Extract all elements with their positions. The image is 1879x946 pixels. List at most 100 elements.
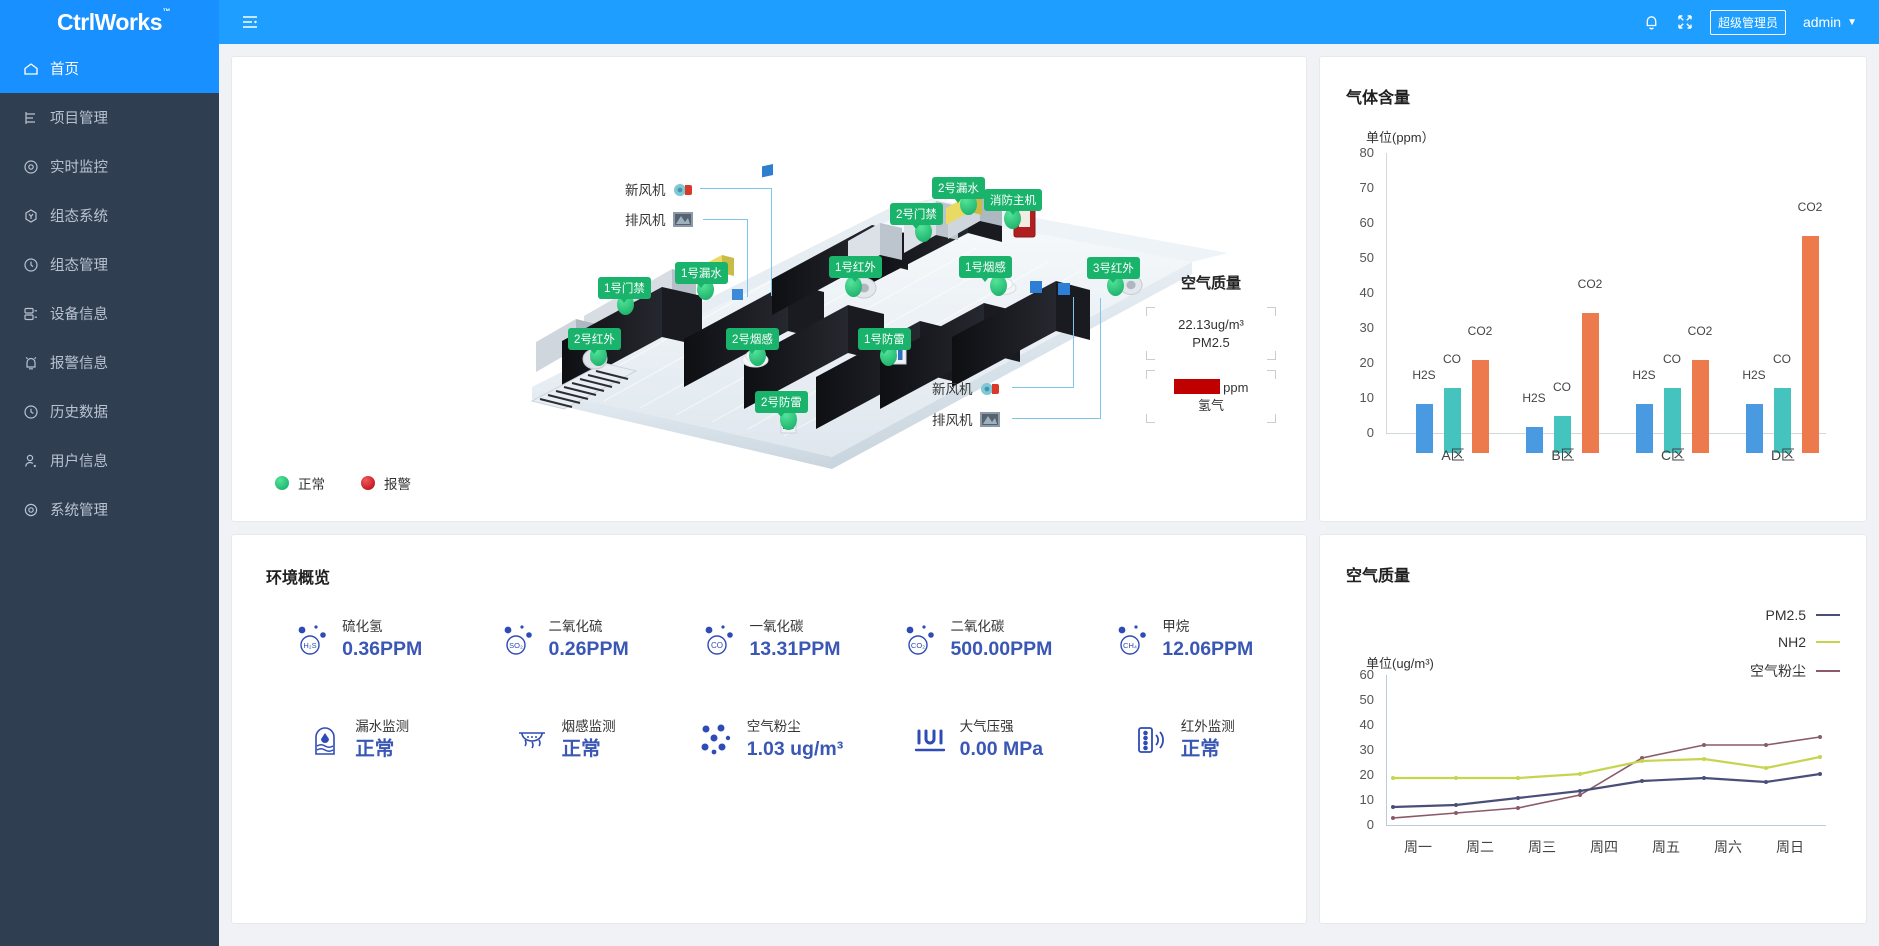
- x-tick: 周五: [1652, 839, 1680, 855]
- logo-text: CtrlWorks ™: [57, 7, 170, 36]
- sensor-ch4[interactable]: CH₄ 甲烷 12.06PPM: [1080, 617, 1286, 661]
- topo-tag[interactable]: 消防主机: [984, 189, 1042, 215]
- topo-tag[interactable]: 1号红外: [829, 256, 882, 282]
- air-chart-title: 空气质量: [1346, 568, 1411, 585]
- user-menu[interactable]: admin ▼: [1803, 14, 1857, 30]
- x-tick: 周一: [1404, 839, 1432, 855]
- topo-tag[interactable]: 1号防雷: [858, 328, 911, 354]
- role-badge[interactable]: 超级管理员: [1709, 9, 1786, 35]
- sensor-co2[interactable]: CO₂ 二氧化碳 500.00PPM: [873, 617, 1079, 661]
- list-icon: [22, 109, 39, 126]
- sensor-dust[interactable]: 空气粉尘 1.03 ug/m³: [667, 717, 873, 761]
- topo-tag[interactable]: 1号门禁: [598, 277, 651, 303]
- sidebar-item-project-management[interactable]: 项目管理: [0, 93, 219, 142]
- y-tick: 80: [1359, 145, 1374, 160]
- svg-text:H₂S: H₂S: [303, 641, 316, 650]
- bar-co[interactable]: [1664, 388, 1681, 453]
- bell-icon[interactable]: [1643, 13, 1660, 31]
- co2-molecule-icon: CO₂: [900, 619, 940, 659]
- bar-co2[interactable]: [1472, 360, 1489, 453]
- legend-item-pm25[interactable]: PM2.5: [1750, 607, 1840, 623]
- sidebar-item-scada-management[interactable]: 组态管理: [0, 240, 219, 289]
- sensor-name: 一氧化碳: [749, 619, 804, 634]
- hydrogen-level-bar: [1173, 379, 1220, 395]
- bar-h2s[interactable]: [1416, 404, 1433, 453]
- topo-tag[interactable]: 2号漏水: [932, 177, 985, 203]
- legend-label: PM2.5: [1765, 607, 1806, 623]
- legend-line-pm25: [1816, 613, 1840, 617]
- legend-item-nh2[interactable]: NH2: [1750, 634, 1840, 650]
- sidebar-item-scada-system[interactable]: 组态系统: [0, 191, 219, 240]
- sensor-co[interactable]: CO 一氧化碳 13.31PPM: [667, 617, 873, 661]
- x-tick: 周四: [1590, 839, 1618, 855]
- sensor-infrared[interactable]: 红外监测 正常: [1080, 717, 1286, 761]
- bar-co2[interactable]: [1802, 236, 1819, 453]
- gas-chart-ylabel: 单位(ppm）: [1366, 130, 1435, 145]
- monitor-icon: [22, 158, 39, 175]
- bar-co2[interactable]: [1692, 360, 1709, 453]
- callout-fresh-air-fan[interactable]: 新风机: [625, 179, 694, 199]
- fullscreen-icon[interactable]: [1677, 14, 1693, 30]
- lead-line: [1073, 297, 1074, 388]
- sidebar-item-realtime-monitor[interactable]: 实时监控: [0, 142, 219, 191]
- bar-label: H2S: [1742, 368, 1766, 382]
- sidebar-item-history-data[interactable]: 历史数据: [0, 387, 219, 436]
- datacenter-3d-view[interactable]: 2号漏水 消防主机 2号门禁 1号红外 1号烟感 3号红外 1号漏水 1号门禁 …: [232, 57, 1306, 521]
- sensor-value: 正常: [561, 738, 601, 761]
- legend-label: NH2: [1777, 634, 1806, 650]
- topo-tag[interactable]: 2号红外: [568, 328, 621, 354]
- sensor-pressure[interactable]: 大气压强 0.00 MPa: [873, 717, 1079, 761]
- menu-icon[interactable]: [241, 14, 259, 30]
- topo-tag[interactable]: 3号红外: [1087, 257, 1140, 283]
- sensor-value: 正常: [1180, 738, 1220, 761]
- bar-h2s[interactable]: [1636, 404, 1653, 453]
- callout-exhaust-fan[interactable]: 排风机: [625, 209, 694, 229]
- bar-co2[interactable]: [1582, 313, 1599, 453]
- brand-name: CtrlWorks: [57, 8, 163, 35]
- sensor-smoke[interactable]: 烟感监测 正常: [460, 717, 666, 761]
- topo-tag[interactable]: 2号烟感: [726, 328, 779, 354]
- topo-tag[interactable]: 1号漏水: [675, 262, 728, 288]
- bar-label: CO2: [1797, 200, 1823, 214]
- sensor-water-leak[interactable]: 漏水监测 正常: [254, 717, 460, 761]
- bar-h2s[interactable]: [1746, 404, 1763, 453]
- fan-icon: [672, 181, 694, 198]
- bar-co[interactable]: [1774, 388, 1791, 453]
- trademark-symbol: ™: [162, 6, 171, 16]
- sensor-name: 空气粉尘: [746, 719, 801, 735]
- callout-fresh-air-fan-2[interactable]: 新风机: [932, 378, 1001, 398]
- bar-label: CO: [1443, 352, 1461, 366]
- home-icon: [22, 60, 39, 77]
- chevron-down-icon: ▼: [1847, 16, 1857, 28]
- topo-tag[interactable]: 2号门禁: [890, 203, 943, 229]
- app-logo[interactable]: CtrlWorks ™: [0, 0, 219, 44]
- pressure-icon: [910, 720, 950, 760]
- y-axis: [1386, 153, 1387, 433]
- air-chart-ylabel: 单位(ug/m³): [1366, 656, 1434, 671]
- callout-exhaust-fan-2[interactable]: 排风机: [932, 409, 1001, 429]
- y-tick: 40: [1359, 285, 1374, 300]
- sidebar-item-alarm-info[interactable]: 报警信息: [0, 338, 219, 387]
- topo-tag[interactable]: 2号防雷: [755, 391, 808, 417]
- sidebar-item-device-info[interactable]: 设备信息: [0, 289, 219, 338]
- legend-label: 正常: [298, 477, 325, 492]
- svg-text:CH₄: CH₄: [1123, 641, 1137, 650]
- sidebar-item-home[interactable]: 首页: [0, 44, 219, 93]
- sensor-value: 13.31PPM: [749, 638, 841, 660]
- sensor-value: 500.00PPM: [950, 638, 1053, 660]
- y-tick: 10: [1359, 390, 1374, 405]
- topo-tag[interactable]: 1号烟感: [959, 256, 1012, 282]
- co-molecule-icon: CO: [699, 619, 739, 659]
- lead-line: [1012, 418, 1101, 419]
- sidebar-item-system-management[interactable]: 系统管理: [0, 485, 219, 534]
- sensor-so2[interactable]: SO₂ 二氧化硫 0.26PPM: [460, 617, 666, 661]
- bar-co[interactable]: [1444, 388, 1461, 453]
- topology-legend: 正常 报警: [275, 473, 411, 493]
- bar-h2s[interactable]: [1526, 427, 1543, 453]
- y-tick: 30: [1359, 320, 1374, 335]
- sidebar-item-user-info[interactable]: 用户信息: [0, 436, 219, 485]
- sensor-h2s[interactable]: H₂S 硫化氢 0.36PPM: [254, 617, 460, 661]
- sidebar-item-label: 系统管理: [50, 503, 108, 519]
- sidebar-item-label: 历史数据: [50, 405, 108, 421]
- air-quality-readout-title: 空气质量: [1180, 275, 1241, 292]
